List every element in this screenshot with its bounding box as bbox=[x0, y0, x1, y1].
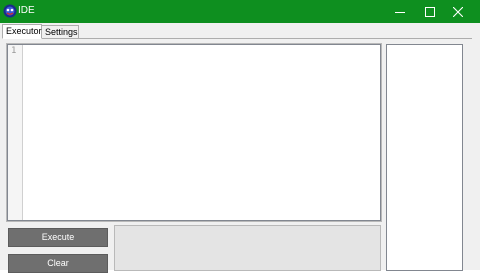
executor-tab-panel: 1 Execute Clear bbox=[2, 38, 472, 273]
window-title: IDE bbox=[18, 5, 35, 16]
tab-executor[interactable]: Executor bbox=[2, 24, 42, 39]
output-panel bbox=[114, 225, 381, 271]
clear-button[interactable]: Clear bbox=[8, 254, 108, 273]
close-button[interactable] bbox=[443, 0, 473, 23]
line-number: 1 bbox=[11, 46, 17, 56]
code-editor[interactable]: 1 bbox=[6, 43, 382, 222]
minimize-button[interactable] bbox=[385, 0, 415, 23]
app-logo-icon bbox=[3, 4, 17, 18]
minimize-icon bbox=[395, 7, 405, 17]
tab-settings[interactable]: Settings bbox=[42, 25, 79, 39]
close-icon bbox=[453, 6, 463, 17]
maximize-icon bbox=[425, 6, 435, 17]
gutter-divider bbox=[22, 45, 23, 220]
ide-window: IDE Executor Settings 1 Execute Clear bbox=[0, 0, 480, 273]
line-number-gutter: 1 bbox=[8, 45, 22, 220]
client-area: Executor Settings 1 Execute Clear bbox=[0, 23, 480, 273]
script-list[interactable] bbox=[386, 44, 463, 271]
title-bar[interactable]: IDE bbox=[0, 0, 480, 23]
execute-button[interactable]: Execute bbox=[8, 228, 108, 247]
maximize-button[interactable] bbox=[415, 0, 445, 23]
